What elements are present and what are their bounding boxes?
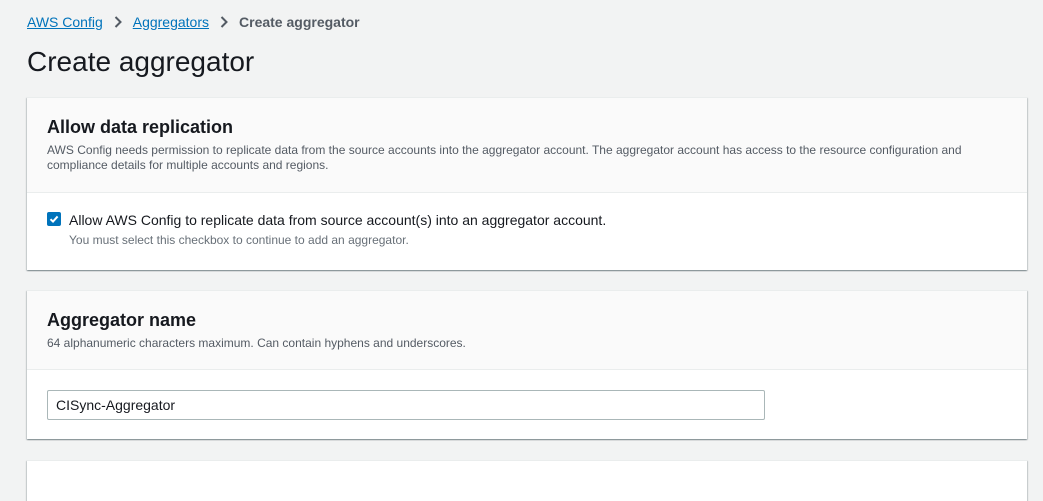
aggregator-name-title: Aggregator name [47,310,197,330]
data-replication-header: Allow data replication AWS Config needs … [27,98,1027,193]
aggregator-name-input[interactable] [47,390,765,420]
next-panel [27,460,1027,501]
replication-checkbox-row[interactable]: Allow AWS Config to replicate data from … [47,211,1007,229]
data-replication-description: AWS Config needs permission to replicate… [47,143,962,172]
breadcrumb: AWS Config Aggregators Create aggregator [27,13,360,31]
breadcrumb-current: Create aggregator [239,14,360,30]
data-replication-title: Allow data replication [47,117,234,137]
aggregator-name-body [27,370,1027,440]
aggregator-name-panel: Aggregator name 64 alphanumeric characte… [27,290,1027,439]
data-replication-panel: Allow data replication AWS Config needs … [27,97,1027,270]
page-title: Create aggregator [27,46,255,77]
replication-checkbox-help: You must select this checkbox to continu… [69,233,409,247]
checkmark-icon [49,215,59,224]
breadcrumb-link-aggregators[interactable]: Aggregators [133,13,209,31]
chevron-right-icon [209,16,239,28]
breadcrumb-link-aws-config[interactable]: AWS Config [27,13,103,31]
replication-checkbox[interactable] [47,212,61,226]
aggregator-name-description: 64 alphanumeric characters maximum. Can … [47,336,466,350]
data-replication-body: Allow AWS Config to replicate data from … [27,193,1027,268]
replication-checkbox-label[interactable]: Allow AWS Config to replicate data from … [69,211,606,229]
aggregator-name-header: Aggregator name 64 alphanumeric characte… [27,291,1027,370]
chevron-right-icon [103,16,133,28]
